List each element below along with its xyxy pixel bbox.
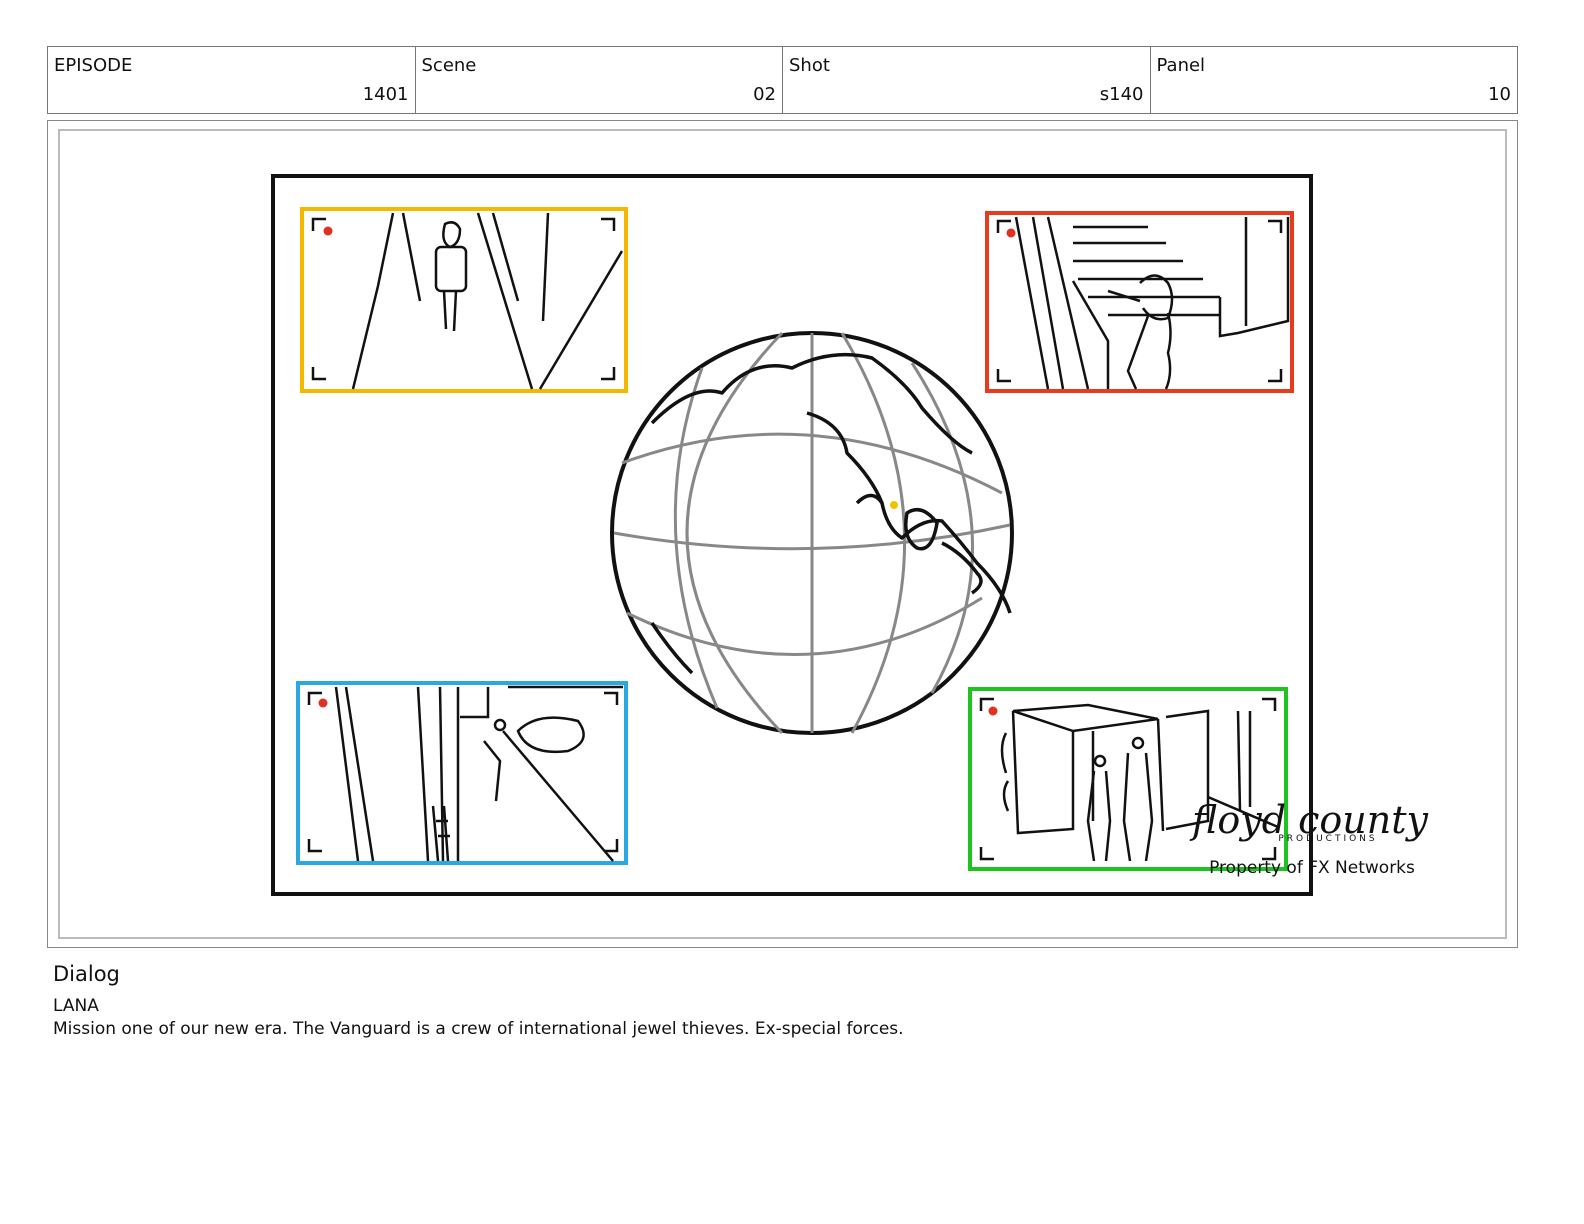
dialog-line: Mission one of our new era. The Vanguard… [53,1019,904,1039]
studio-watermark: floyd county PRODUCTIONS Property of FX … [1189,798,1428,878]
dialog-character: LANA [53,996,99,1016]
panel-cell: Panel 10 [1151,47,1518,113]
episode-cell: EPISODE 1401 [48,47,416,113]
record-dot-icon [323,226,333,236]
monitor-bottom-left [296,681,628,865]
watermark-ownership: Property of FX Networks [1209,858,1415,878]
shot-label: Shot [789,55,830,76]
scene-cell: Scene 02 [416,47,783,113]
record-dot-icon [988,706,998,716]
episode-value: 1401 [362,84,409,105]
record-dot-icon [1006,228,1016,238]
episode-label: EPISODE [54,55,133,76]
panel-label: Panel [1156,55,1206,76]
globe-marker [890,501,898,509]
storyboard-drawing: floyd county PRODUCTIONS Property of FX … [271,174,1428,896]
storyboard-panel-frame: floyd county PRODUCTIONS Property of FX … [47,120,1518,948]
panel-value: 10 [1488,84,1511,105]
monitor-bottom-right [968,687,1288,871]
monitor-top-right [985,211,1294,393]
scene-value: 02 [753,84,776,105]
shot-value: s140 [1099,84,1144,105]
monitor-top-left [300,207,628,393]
shot-cell: Shot s140 [783,47,1151,113]
dialog-heading: Dialog [53,962,120,986]
scene-label: Scene [421,55,477,76]
header-table: EPISODE 1401 Scene 02 Shot s140 Panel 10 [47,46,1518,114]
globe-illustration [610,331,1014,735]
record-dot-icon [318,698,328,708]
watermark-sub: PRODUCTIONS [1278,834,1377,844]
